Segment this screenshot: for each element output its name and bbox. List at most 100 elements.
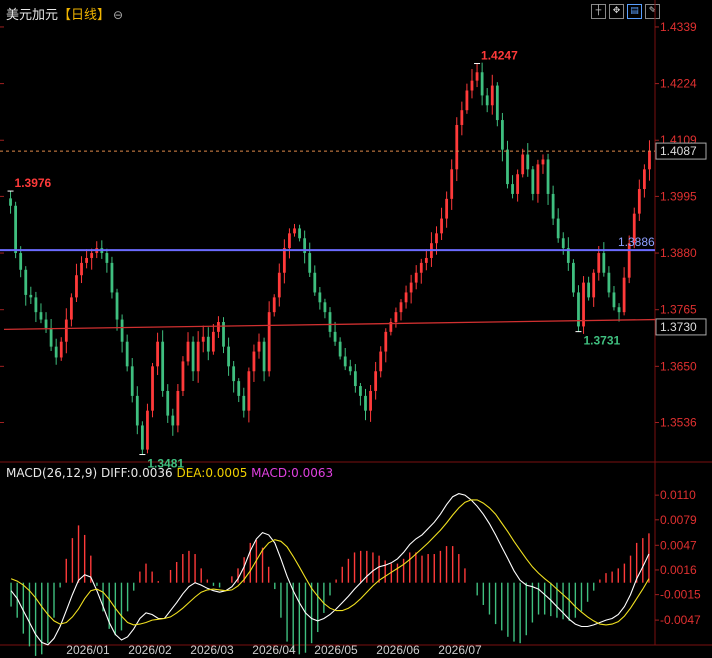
price-tick-label: 1.3880 xyxy=(660,246,697,260)
candle-body xyxy=(516,174,520,194)
candle-body xyxy=(435,233,438,244)
candle-body xyxy=(607,272,611,293)
candle-body xyxy=(186,341,190,362)
macd-tick-label: -0.0015 xyxy=(660,588,701,602)
candle-body xyxy=(262,341,266,372)
candle-body xyxy=(110,262,114,293)
candle-body xyxy=(404,292,408,303)
low-annotation: 1.3481 xyxy=(147,457,184,471)
candle-body xyxy=(267,312,271,372)
time-tick-label: 2026/02 xyxy=(128,643,172,657)
candle-body xyxy=(34,297,38,313)
candle-body xyxy=(637,189,641,214)
time-tick-label: 2026/07 xyxy=(438,643,482,657)
price-chart[interactable]: 1.43391.42241.41091.39951.38801.37651.36… xyxy=(0,0,712,658)
candle-body xyxy=(602,253,606,273)
candle-body xyxy=(298,228,301,239)
candle-body xyxy=(166,390,170,416)
candle-body xyxy=(622,277,626,313)
candle-body xyxy=(308,253,312,273)
low-annotation: 1.3731 xyxy=(583,334,620,348)
candle-body xyxy=(506,149,509,185)
candle-body xyxy=(343,356,347,367)
candle-body xyxy=(541,159,545,165)
candle-body xyxy=(465,90,469,111)
time-tick-label: 2026/04 xyxy=(252,643,296,657)
candle-body xyxy=(211,331,215,352)
time-tick-label: 2026/01 xyxy=(66,643,110,657)
candle-body xyxy=(171,415,175,426)
candle-body xyxy=(227,346,230,367)
candle-body xyxy=(191,341,195,372)
candle-body xyxy=(120,319,124,342)
candle-body xyxy=(399,302,403,313)
candle-body xyxy=(501,120,504,150)
red-line-price-label: 1.3730 xyxy=(660,320,697,334)
candle-body xyxy=(201,336,205,342)
candle-body xyxy=(130,366,134,396)
candle-body xyxy=(338,341,342,357)
candle-body xyxy=(546,159,550,194)
candle-body xyxy=(470,80,474,91)
candle-body xyxy=(156,341,159,367)
candle-body xyxy=(39,312,43,320)
candle-body xyxy=(59,341,63,358)
candle-body xyxy=(414,272,418,283)
candle-body xyxy=(521,154,525,175)
candle-body xyxy=(9,198,12,206)
candle-body xyxy=(572,262,575,293)
candle-body xyxy=(247,371,251,411)
candle-body xyxy=(551,193,555,219)
candle-body xyxy=(490,85,494,106)
candle-body xyxy=(282,248,286,273)
macd-diff-line xyxy=(10,493,650,646)
candle-body xyxy=(495,85,499,121)
high-annotation: 1.4247 xyxy=(481,49,518,63)
candle-body xyxy=(237,381,241,396)
time-tick-label: 2026/06 xyxy=(376,643,420,657)
candle-body xyxy=(379,351,383,372)
candle-body xyxy=(90,253,94,258)
candle-body xyxy=(29,294,33,298)
candle-body xyxy=(252,351,256,372)
candle-body xyxy=(135,395,139,426)
candle-body xyxy=(288,233,291,249)
price-tick-label: 1.4339 xyxy=(660,20,697,34)
candle-body xyxy=(232,366,236,382)
candle-body xyxy=(359,386,362,396)
candle-body xyxy=(44,319,48,328)
candle-body xyxy=(49,327,53,347)
candle-body xyxy=(556,218,560,239)
macd-tick-label: 0.0016 xyxy=(660,563,697,577)
candle-body xyxy=(293,228,296,234)
candle-body xyxy=(328,312,332,332)
candle-body xyxy=(181,361,185,391)
candle-body xyxy=(242,395,246,411)
candle-body xyxy=(206,336,210,352)
candle-body xyxy=(54,346,58,358)
macd-tick-label: 0.0047 xyxy=(660,538,697,552)
candle-body xyxy=(450,169,454,199)
last-price-label: 1.4087 xyxy=(660,144,697,158)
price-tick-label: 1.3536 xyxy=(660,415,697,429)
candle-body xyxy=(151,366,154,411)
candle-body xyxy=(419,262,423,273)
candle-body xyxy=(582,282,585,327)
candle-body xyxy=(475,72,479,81)
candle-body xyxy=(348,366,352,372)
candle-body xyxy=(176,390,180,426)
candle-body xyxy=(75,275,78,298)
candle-body xyxy=(480,72,484,96)
candle-body xyxy=(105,253,109,263)
candle-body xyxy=(69,297,73,320)
candle-body xyxy=(323,302,327,313)
macd-tick-label: 0.0079 xyxy=(660,513,697,527)
candle-body xyxy=(19,253,23,270)
candle-body xyxy=(369,390,372,411)
macd-dea-line xyxy=(10,499,650,626)
time-tick-label: 2026/05 xyxy=(314,643,358,657)
candle-body xyxy=(318,292,322,303)
candle-body xyxy=(353,371,357,387)
candle-body xyxy=(115,292,119,320)
price-tick-label: 1.4224 xyxy=(660,77,697,91)
